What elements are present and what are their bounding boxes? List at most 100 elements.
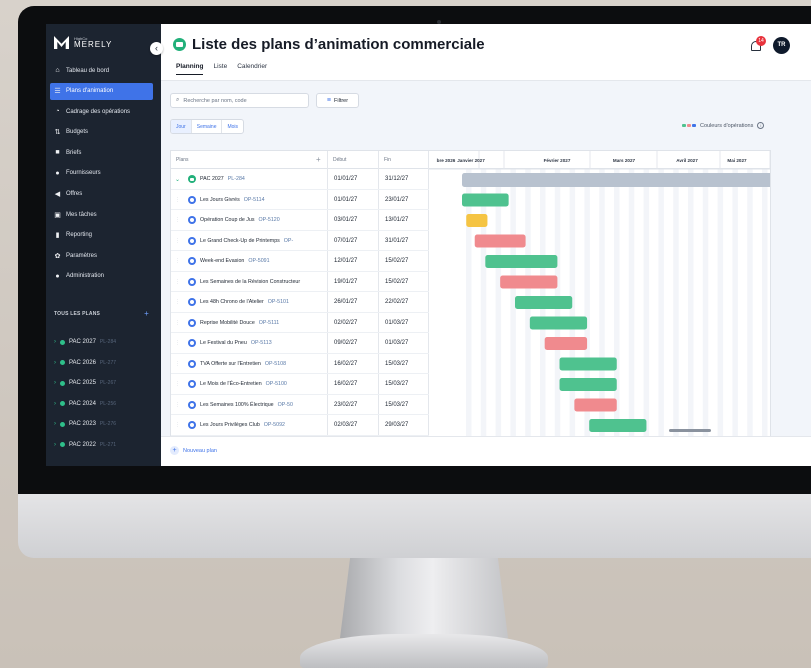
drag-handle-icon[interactable]: ⋮ <box>175 217 184 223</box>
gantt-plan-bar[interactable] <box>462 173 771 187</box>
chevron-right-icon[interactable]: › <box>54 339 56 345</box>
drag-handle-icon[interactable]: ⋮ <box>175 320 184 326</box>
drag-handle-icon[interactable]: ⋮ <box>175 258 184 264</box>
plan-list-item[interactable]: › PAC 2022 PL-271 <box>54 435 154 456</box>
plan-list-item[interactable]: › PAC 2023 PL-276 <box>54 414 154 435</box>
chevron-down-icon[interactable]: ⌄ <box>175 176 184 183</box>
chevron-right-icon[interactable]: › <box>54 401 56 407</box>
plan-list-item[interactable]: › PAC 2027 PL-284 <box>54 332 154 353</box>
table-row[interactable]: ⌄ PAC 2027 PL-284 01/01/27 31/12/27 <box>171 169 429 190</box>
row-name: Les Jours Givrés <box>200 196 240 203</box>
gantt-operation-bar[interactable] <box>515 296 573 309</box>
gantt-operation-bar[interactable] <box>485 255 558 268</box>
pie-icon: ◔ <box>55 108 60 116</box>
sidebar-item[interactable]: ◔ Cadrage des opérations <box>50 103 153 120</box>
table-row[interactable]: ⋮ Le Grand Check-Up de Printemps OP- 07/01/… <box>171 231 429 251</box>
table-row[interactable]: ⋮ Reprise Mobilité Douce OP-5111 02/02/27 01… <box>171 313 429 333</box>
sidebar-item[interactable]: ⌂ Tableau de bord <box>50 62 153 79</box>
gantt-operation-bar[interactable] <box>500 275 558 289</box>
drag-handle-icon[interactable]: ⋮ <box>175 422 184 428</box>
sidebar-item[interactable]: ▣ Mes tâches <box>50 206 153 223</box>
search-input[interactable]: ⌕ Recherche par nom, code <box>170 93 309 108</box>
row-start-date: 02/03/27 <box>334 422 358 428</box>
zoom-mois-button[interactable]: Mois <box>222 120 243 133</box>
table-row[interactable]: ⋮ Le Mois de l'Éco-Entretien OP-5100 16/02/… <box>171 374 429 395</box>
gantt-operation-bar[interactable] <box>589 419 647 432</box>
filter-button[interactable]: ≡ Filtrer <box>316 93 359 108</box>
sidebar-item[interactable]: ■ Briefs <box>50 144 153 161</box>
add-column-icon[interactable]: + <box>316 151 321 169</box>
drag-handle-icon[interactable]: ⋮ <box>175 279 184 285</box>
gantt-operation-bar[interactable] <box>462 193 509 207</box>
drag-handle-icon[interactable]: ⋮ <box>175 361 184 367</box>
plan-list-item[interactable]: › PAC 2025 PL-267 <box>54 373 154 394</box>
gantt-operation-bar[interactable] <box>559 378 617 391</box>
row-name-cell: ⋮ Les Semaines de la Révision Constructeu… <box>175 272 327 293</box>
drag-handle-icon[interactable]: ⋮ <box>175 299 184 305</box>
gantt-operation-bar[interactable] <box>559 357 617 371</box>
table-row[interactable]: ⋮ Les 48h Chrono de l'Atelier OP-5101 26/01… <box>171 292 429 313</box>
sidebar-item[interactable]: ● Fournisseurs <box>50 165 153 182</box>
horizontal-scrollbar[interactable] <box>669 429 711 432</box>
gantt-operation-bar[interactable] <box>529 316 588 330</box>
weekend-stripe <box>584 169 590 436</box>
gantt-operation-bar[interactable] <box>574 398 617 412</box>
sidebar-item[interactable]: ⇅ Budgets <box>50 124 153 141</box>
zoom-semaine-button[interactable]: Semaine <box>192 120 223 133</box>
info-icon[interactable]: i <box>757 122 765 129</box>
row-name: TVA Offerte sur l'Entretien <box>200 360 261 367</box>
avatar[interactable]: TR <box>773 37 790 54</box>
drag-handle-icon[interactable]: ⋮ <box>175 340 184 346</box>
plan-list-item[interactable]: › PAC 2024 PL-256 <box>54 394 154 415</box>
table-row[interactable]: ⋮ Le Festival du Pneu OP-5113 09/02/27 01/03… <box>171 333 429 354</box>
drag-handle-icon[interactable]: ⋮ <box>175 197 184 203</box>
table-row[interactable]: ⋮ TVA Offerte sur l'Entretien OP-5108 16/02… <box>171 354 429 375</box>
chevron-right-icon[interactable]: › <box>54 360 56 366</box>
chevron-right-icon[interactable]: › <box>54 421 56 427</box>
sidebar-item-label: Reporting <box>66 232 93 239</box>
plan-list-item[interactable]: › PAC 2026 PL-277 <box>54 353 154 374</box>
list-icon: ☰ <box>54 88 61 96</box>
sidebar-item[interactable]: ✿ Paramètres <box>50 247 153 264</box>
logo[interactable]: HighCo MERELY <box>54 36 112 49</box>
chevron-right-icon[interactable]: › <box>54 442 56 448</box>
operation-colors-legend[interactable]: Couleurs d'opérations i <box>682 122 765 129</box>
sidebar-item[interactable]: ▮ Reporting <box>50 227 153 244</box>
search-placeholder: Recherche par nom, code <box>183 97 247 104</box>
table-row[interactable]: ⋮ Les Jours Givrés OP-5114 01/01/27 23/01/27 <box>171 190 429 210</box>
sidebar-item-label: Paramètres <box>66 252 98 259</box>
weekend-stripe <box>688 169 694 436</box>
weekend-stripe <box>495 169 502 436</box>
add-plan-icon[interactable]: + <box>144 310 149 318</box>
drag-handle-icon[interactable]: ⋮ <box>175 238 184 244</box>
chevron-right-icon[interactable]: › <box>54 380 56 386</box>
zoom-jour-button[interactable]: Jour <box>171 120 192 133</box>
sidebar-item[interactable]: ◀ Offres <box>50 186 153 203</box>
sidebar-item[interactable]: ● Administration <box>50 268 153 285</box>
tab-calendrier[interactable]: Calendrier <box>237 63 267 75</box>
row-name: Les Jours Privilèges Club <box>200 422 260 429</box>
row-start-date: 01/01/27 <box>334 196 358 203</box>
color-swatches-icon <box>682 124 696 127</box>
drag-handle-icon[interactable]: ⋮ <box>175 381 184 387</box>
table-row[interactable]: ⋮ Les Semaines de la Révision Constructeu… <box>171 272 429 293</box>
table-row[interactable]: ⋮ Week-end Evasion OP-5091 12/01/27 15/02/27 <box>171 251 429 272</box>
table-row[interactable]: ⋮ Opération Coup de Jus OP-5120 03/01/27 13/… <box>171 210 429 231</box>
sidebar-item[interactable]: ☰ Plans d'animation <box>50 82 153 100</box>
table-row[interactable]: ⋮ Les Jours Privilèges Club OP-5092 02/03/2… <box>171 415 429 436</box>
plan-name: PAC 2027 <box>69 339 96 346</box>
gantt-operation-bar[interactable] <box>474 234 526 248</box>
tab-liste[interactable]: Liste <box>213 63 227 75</box>
drag-handle-icon[interactable]: ⋮ <box>175 402 184 408</box>
row-name-cell: ⋮ TVA Offerte sur l'Entretien OP-5108 <box>175 354 327 375</box>
operation-icon <box>188 318 196 327</box>
notification-badge: 14 <box>756 36 766 46</box>
bell-icon[interactable]: 14 <box>750 36 766 52</box>
gantt-operation-bar[interactable] <box>466 214 488 227</box>
new-plan-button[interactable]: + Nouveau plan <box>170 446 217 455</box>
sidebar: HighCo MERELY ⌂ Tableau de bord ☰ Plans d'a… <box>46 24 161 466</box>
table-row[interactable]: ⋮ Les Semaines 100% Électrique OP-50 23/02/… <box>171 395 429 415</box>
tab-planning[interactable]: Planning <box>176 63 204 75</box>
gantt-operation-bar[interactable] <box>544 337 588 350</box>
chevron-left-icon[interactable]: ‹ <box>150 42 163 55</box>
